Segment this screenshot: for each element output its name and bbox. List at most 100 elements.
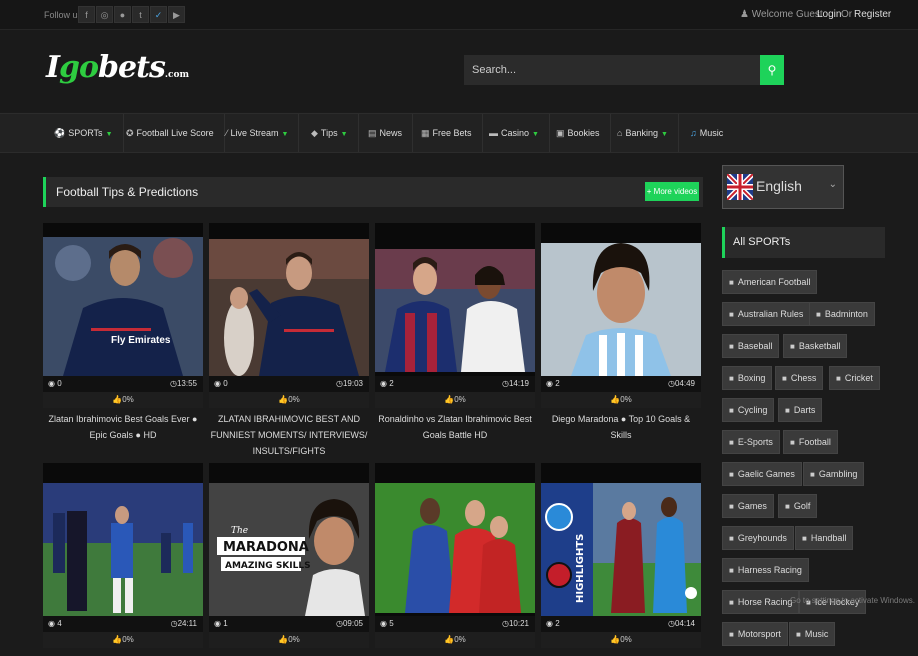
video-title[interactable]: Zlatan Ibrahimovic Best Goals Ever ● Epi… <box>43 411 203 443</box>
sport-tag[interactable]: ■ American Football <box>722 270 818 294</box>
nav-label: Free Bets <box>432 128 472 138</box>
video-thumbnail[interactable] <box>375 463 535 616</box>
sport-tag[interactable]: ■ Music <box>789 622 836 646</box>
sport-tag-label: Horse Racing <box>737 597 793 607</box>
eye-icon: ◉ <box>380 379 390 388</box>
youtube-icon[interactable]: ▶ <box>168 6 185 23</box>
sport-tag[interactable]: ■ Gambling <box>803 462 865 486</box>
sport-tag-label: E-Sports <box>737 437 773 447</box>
sport-tag-label: Motorsport <box>737 629 781 639</box>
language-select[interactable]: English ⌄ <box>722 165 844 209</box>
likes-bar: 👍0% <box>209 632 369 648</box>
folder-icon: ■ <box>729 342 734 351</box>
thumbs-up-icon: 👍 <box>444 395 455 404</box>
views-value: 0 <box>223 379 228 388</box>
folder-icon: ■ <box>729 534 734 543</box>
nav-bookies[interactable]: ▣ Bookies <box>546 114 611 152</box>
tag-icon: ◆ <box>311 128 318 138</box>
clock-icon: ◷ <box>667 619 675 628</box>
duration-value: 04:14 <box>674 619 695 628</box>
likes-bar: 👍0% <box>43 632 203 648</box>
sport-tag[interactable]: ■ Handball <box>795 526 854 550</box>
sport-tag[interactable]: ■ Harness Racing <box>722 558 809 582</box>
views-count: ◉ 0 <box>214 379 228 388</box>
twitter-icon[interactable]: ✓ <box>150 6 167 23</box>
likes-value: 0% <box>122 395 134 404</box>
search-button[interactable]: ⚲ <box>760 55 784 85</box>
nav-tips[interactable]: ◆ Tips ▼ <box>301 114 359 152</box>
views-value: 2 <box>555 379 560 388</box>
nav-music[interactable]: ♫ Music <box>680 114 733 152</box>
nav-football-live-score[interactable]: ✪ Football Live Score <box>116 114 225 152</box>
sport-tag[interactable]: ■ Basketball <box>783 334 848 358</box>
sport-tag[interactable]: ■ Chess <box>775 366 824 390</box>
eye-icon: ◉ <box>48 619 58 628</box>
sport-tag[interactable]: ■ Baseball <box>722 334 780 358</box>
duration: ◷09:05 <box>336 619 363 628</box>
more-videos-button[interactable]: + More videos <box>645 182 699 201</box>
clock-icon: ◷ <box>335 619 343 628</box>
thumb-maradona-text: MARADONA <box>223 540 309 555</box>
sport-tag[interactable]: ■ E-Sports <box>722 430 780 454</box>
nav-banking[interactable]: ⌂ Banking ▼ <box>607 114 679 152</box>
site-logo[interactable]: Igobets.com <box>46 50 189 85</box>
nav-news[interactable]: ▤ News <box>358 114 414 152</box>
sport-tag[interactable]: ■ Games <box>722 494 774 518</box>
sport-tag[interactable]: ■ Gaelic Games <box>722 462 802 486</box>
duration-value: 04:49 <box>674 379 695 388</box>
video-meta: ◉ 0 ◷19:03 <box>209 376 369 392</box>
sport-tag[interactable]: ■ Golf <box>778 494 818 518</box>
video-title[interactable]: Ronaldinho vs Zlatan Ibrahimovic Best Go… <box>375 411 535 443</box>
sport-tag[interactable]: ■ Football <box>783 430 838 454</box>
duration: ◷24:11 <box>171 619 197 628</box>
nav-sports[interactable]: ⚽ SPORTs ▼ <box>44 114 124 152</box>
tumblr-icon[interactable]: t <box>132 6 149 23</box>
nav-free-bets[interactable]: ▦ Free Bets <box>411 114 483 152</box>
video-thumbnail[interactable] <box>541 223 701 376</box>
register-link[interactable]: Register <box>854 9 891 20</box>
reddit-icon[interactable]: ● <box>114 6 131 23</box>
video-thumbnail[interactable] <box>209 223 369 376</box>
sport-tag[interactable]: ■ Boxing <box>722 366 773 390</box>
sport-tag[interactable]: ■ Motorsport <box>722 622 788 646</box>
section-header: Football Tips & Predictions + More video… <box>43 177 703 207</box>
sport-tag-label: Badminton <box>824 309 868 319</box>
chevron-down-icon: ⌄ <box>828 179 837 190</box>
video-title[interactable]: ZLATAN IBRAHIMOVIC BEST AND FUNNIEST MOM… <box>209 411 369 459</box>
login-link[interactable]: Login <box>817 9 841 20</box>
folder-icon: ■ <box>729 470 734 479</box>
facebook-icon[interactable]: f <box>78 6 95 23</box>
music-icon: ♫ <box>690 128 697 138</box>
sport-tag[interactable]: ■ Cricket <box>829 366 880 390</box>
search-input[interactable]: Search... <box>464 55 760 85</box>
video-thumbnail[interactable]: The MARADONA AMAZING SKILLS <box>209 463 369 616</box>
nav-casino[interactable]: ▬ Casino ▼ <box>479 114 550 152</box>
thumb-the-text: The <box>231 526 248 536</box>
sport-tag[interactable]: ■ Australian Rules <box>722 302 811 326</box>
video-thumbnail[interactable] <box>375 223 535 376</box>
video-thumbnail[interactable]: Fly Emirates <box>43 223 203 376</box>
views-value: 4 <box>57 619 62 628</box>
folder-icon: ■ <box>729 278 734 287</box>
likes-value: 0% <box>122 635 134 644</box>
sport-tag[interactable]: ■ Horse Racing <box>722 590 800 614</box>
sport-tag-label: Boxing <box>737 373 766 383</box>
sport-tag-label: Music <box>804 629 829 639</box>
or-text: Or <box>841 9 853 20</box>
thumbs-up-icon: 👍 <box>444 635 455 644</box>
sport-tag-label: Football <box>798 437 831 447</box>
folder-icon: ■ <box>729 502 734 511</box>
sport-tag-label: Chess <box>790 373 817 383</box>
sport-tag[interactable]: ■ Cycling <box>722 398 775 422</box>
video-title[interactable]: Diego Maradona ● Top 10 Goals & Skills <box>541 411 701 443</box>
sport-tag[interactable]: ■ Badminton <box>809 302 875 326</box>
instagram-icon[interactable]: ◎ <box>96 6 113 23</box>
nav-label: News <box>379 128 403 138</box>
clock-icon: ◷ <box>169 379 177 388</box>
sport-tag[interactable]: ■ Darts <box>778 398 823 422</box>
video-meta: ◉ 2 ◷04:49 <box>541 376 701 392</box>
nav-live-stream[interactable]: ⁄ Live Stream ▼ <box>216 114 300 152</box>
sport-tag[interactable]: ■ Greyhounds <box>722 526 794 550</box>
video-thumbnail[interactable] <box>43 463 203 616</box>
video-thumbnail[interactable]: HIGHLIGHTS <box>541 463 701 616</box>
